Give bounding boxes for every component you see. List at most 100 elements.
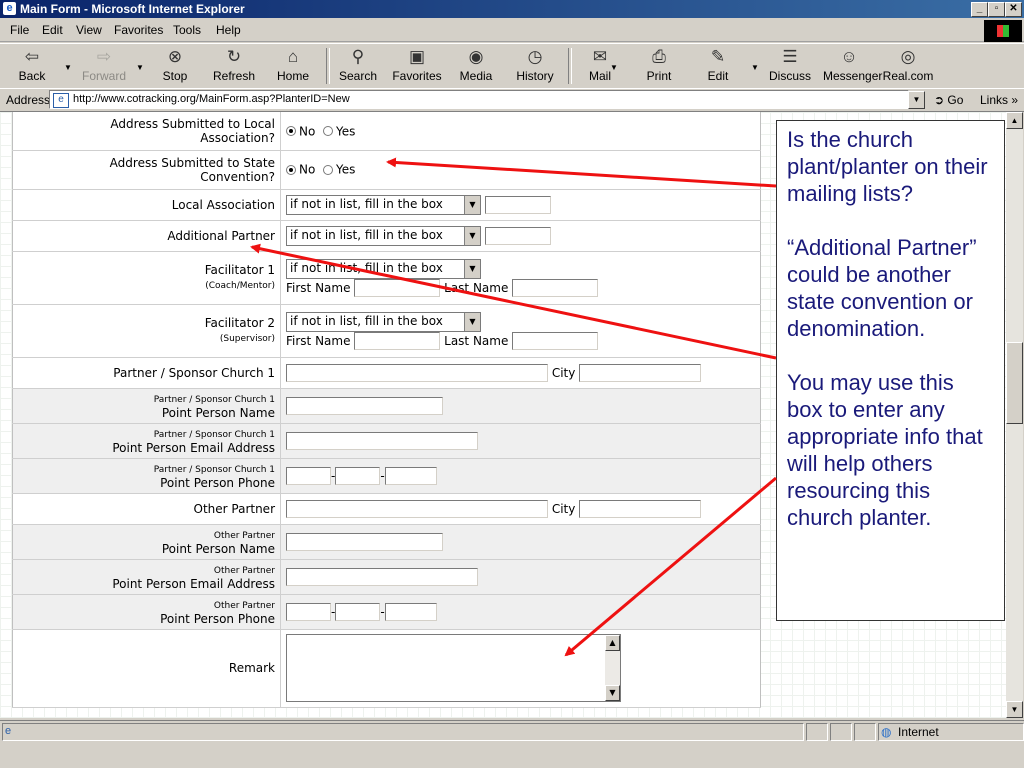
scroll-up-icon[interactable]: ▲ — [1006, 112, 1023, 129]
facilitator1-select[interactable]: if not in list, fill in the box ▼ — [286, 258, 481, 279]
pc1-email-label: Partner / Sponsor Church 1 Point Person E… — [12, 423, 281, 459]
menu-file[interactable]: File — [10, 23, 29, 37]
discuss-button[interactable]: ☰ Discuss — [764, 46, 816, 84]
local-association-input[interactable] — [484, 195, 551, 214]
menu-tools[interactable]: Tools — [173, 23, 201, 37]
home-icon: ⌂ — [287, 47, 299, 66]
edit-dropdown-icon[interactable]: ▼ — [751, 63, 759, 72]
scroll-thumb[interactable] — [1006, 342, 1023, 424]
other-partner-label: Other Partner — [12, 493, 281, 525]
pc1-phone-area-input[interactable] — [286, 466, 331, 485]
partner-church1-label: Partner / Sponsor Church 1 — [12, 357, 281, 389]
other-partner-input[interactable] — [286, 499, 548, 518]
menu-bar: File Edit View Favorites Tools Help — [0, 19, 1024, 42]
local-association-select[interactable]: if not in list, fill in the box ▼ — [286, 194, 481, 215]
windows-logo-icon — [984, 20, 1022, 42]
chevron-down-icon: ▼ — [464, 195, 480, 214]
globe-icon: ◍ — [881, 725, 892, 739]
window-title: Main Form - Microsoft Internet Explorer — [20, 2, 245, 16]
addr-local-no-radio[interactable] — [286, 126, 296, 136]
media-button[interactable]: ◉ Media — [450, 46, 502, 84]
status-panel — [830, 723, 852, 741]
scroll-up-icon[interactable]: ▲ — [605, 635, 620, 651]
search-button[interactable]: ⚲ Search — [332, 46, 384, 84]
address-url: http://www.cotracking.org/MainForm.asp?P… — [73, 93, 350, 105]
menu-edit[interactable]: Edit — [42, 23, 63, 37]
op-phone-line-input[interactable] — [384, 602, 437, 621]
pc1-email-input[interactable] — [286, 431, 478, 450]
messenger-button[interactable]: ☺ Messenger — [823, 46, 882, 84]
home-button[interactable]: ⌂ Home — [267, 46, 319, 84]
partner-church1-input[interactable] — [286, 363, 548, 382]
pc1-name-label: Partner / Sponsor Church 1 Point Person N… — [12, 388, 281, 424]
facilitator2-last-name-input[interactable] — [512, 331, 599, 350]
media-icon: ◉ — [468, 47, 484, 66]
toolbar: ⇦ Back ▼ ⇨ Forward ▼ ⊗ Stop ↻ Refresh ⌂ Home … — [0, 43, 1024, 89]
scroll-down-icon[interactable]: ▼ — [1006, 701, 1023, 718]
op-name-label: Other Partner Point Person Name — [12, 524, 281, 560]
menu-help[interactable]: Help — [216, 23, 241, 37]
op-phone-area-input[interactable] — [286, 602, 331, 621]
local-association-label: Local Association — [12, 189, 281, 221]
op-phone-label: Other Partner Point Person Phone — [12, 594, 281, 630]
addr-state-no-radio[interactable] — [286, 164, 296, 175]
addr-state-yes-radio[interactable] — [322, 164, 333, 175]
back-button[interactable]: ⇦ Back — [6, 46, 58, 84]
go-button[interactable]: ➲ Go — [934, 93, 963, 107]
pc1-phone-line-input[interactable] — [384, 466, 437, 485]
stop-button[interactable]: ⊗ Stop — [149, 46, 201, 84]
menu-favorites[interactable]: Favorites — [114, 23, 163, 37]
op-phone-prefix-input[interactable] — [335, 602, 381, 621]
op-email-input[interactable] — [286, 567, 478, 586]
remark-textarea[interactable]: ▲ ▼ — [286, 634, 621, 702]
other-partner-city-input[interactable] — [579, 499, 702, 518]
vertical-scrollbar[interactable]: ▲ ▼ — [1006, 112, 1023, 718]
callout-mailing-lists: Is the church plant/planter on their mai… — [787, 127, 988, 206]
realcom-button[interactable]: ◎ Real.com — [882, 46, 934, 84]
remark-scrollbar[interactable]: ▲ ▼ — [605, 635, 620, 701]
address-input[interactable]: e http://www.cotracking.org/MainForm.asp?… — [49, 90, 909, 109]
forward-button[interactable]: ⇨ Forward — [78, 46, 130, 84]
menu-view[interactable]: View — [76, 23, 102, 37]
additional-partner-select[interactable]: if not in list, fill in the box ▼ — [286, 225, 481, 246]
edit-button[interactable]: ✎ Edit — [692, 46, 744, 84]
print-button[interactable]: ⎙ Print — [633, 46, 685, 84]
maximize-button[interactable]: ▫ — [988, 2, 1005, 17]
discuss-icon: ☰ — [782, 47, 798, 66]
favorites-button[interactable]: ▣ Favorites — [391, 46, 443, 84]
callout-additional-partner: “Additional Partner” could be another st… — [787, 235, 977, 341]
links-button[interactable]: Links » — [980, 93, 1018, 107]
back-dropdown-icon[interactable]: ▼ — [64, 63, 72, 72]
close-button[interactable]: ✕ — [1005, 2, 1022, 17]
pc1-phone-prefix-input[interactable] — [335, 466, 381, 485]
page-icon: e — [53, 93, 69, 108]
edit-icon: ✎ — [710, 47, 726, 66]
refresh-button[interactable]: ↻ Refresh — [208, 46, 260, 84]
planter-form: Address Submitted to Local Association? N… — [12, 112, 761, 708]
facilitator1-first-name-input[interactable] — [354, 278, 441, 297]
go-arrow-icon: ➲ — [934, 93, 945, 107]
facilitator1-label: Facilitator 1 (Coach/Mentor) — [12, 251, 281, 305]
facilitator1-last-name-input[interactable] — [512, 278, 599, 297]
address-dropdown-button[interactable]: ▼ — [908, 91, 925, 109]
mail-dropdown-icon[interactable]: ▼ — [610, 63, 618, 72]
status-panel — [854, 723, 876, 741]
minimize-button[interactable]: _ — [971, 2, 988, 17]
pc1-name-input[interactable] — [286, 396, 443, 415]
facilitator2-first-name-input[interactable] — [354, 331, 441, 350]
address-bar: Address e http://www.cotracking.org/MainF… — [0, 88, 1024, 112]
facilitator2-select[interactable]: if not in list, fill in the box ▼ — [286, 311, 481, 332]
mail-button[interactable]: ✉ Mail — [574, 46, 626, 84]
additional-partner-input[interactable] — [484, 226, 551, 245]
partner-church1-city-input[interactable] — [579, 363, 702, 382]
remark-label: Remark — [12, 629, 281, 708]
op-name-input[interactable] — [286, 532, 443, 551]
forward-arrow-icon: ⇨ — [96, 47, 112, 66]
title-bar: e Main Form - Microsoft Internet Explore… — [0, 0, 1024, 18]
status-text-panel: e — [2, 723, 804, 741]
ie-logo-icon: e — [3, 2, 16, 15]
addr-local-yes-radio[interactable] — [322, 126, 333, 136]
forward-dropdown-icon[interactable]: ▼ — [136, 63, 144, 72]
scroll-down-icon[interactable]: ▼ — [605, 685, 620, 701]
history-button[interactable]: ◷ History — [509, 46, 561, 84]
